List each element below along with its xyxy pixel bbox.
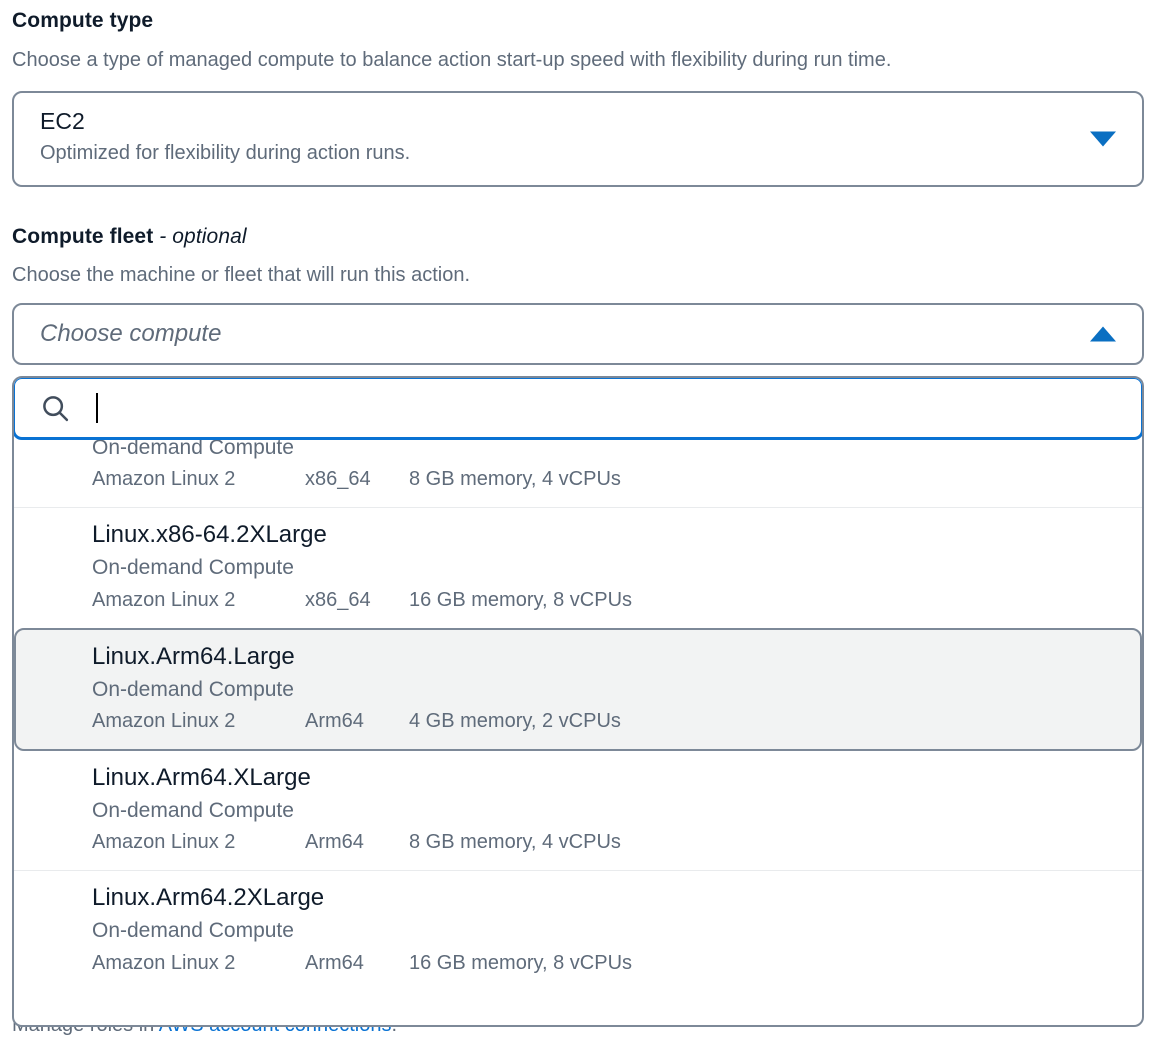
compute-search-field[interactable] [14,378,1142,440]
compute-option-os: Amazon Linux 2 [92,710,236,733]
compute-option-item[interactable]: Linux.Arm64.2XLarge On-demand Compute Am… [14,870,1142,991]
compute-option-title: Linux.Arm64.2XLarge [92,884,325,912]
compute-option-type: On-demand Compute [92,919,294,943]
compute-option-arch: Arm64 [305,951,364,974]
compute-option-meta: Amazon Linux 2 x86_64 16 GB memory, 8 vC… [92,587,1116,614]
compute-fleet-placeholder: Choose compute [40,320,222,348]
compute-option-meta: Amazon Linux 2 Arm64 16 GB memory, 8 vCP… [92,950,1116,977]
compute-option-meta: Amazon Linux 2 Arm64 8 GB memory, 4 vCPU… [92,829,1116,856]
compute-type-selected-title: EC2 [40,108,85,135]
compute-option-arch: x86_64 [305,588,371,611]
compute-option-os: Amazon Linux 2 [92,588,236,611]
compute-fleet-section: Compute fleet - optional Choose the mach… [12,224,1144,366]
compute-option-arch: x86_64 [305,468,371,491]
compute-fleet-description: Choose the machine or fleet that will ru… [12,264,471,287]
compute-type-select[interactable]: EC2 Optimized for flexibility during act… [12,91,1144,188]
compute-option-meta: Amazon Linux 2 x86_64 8 GB memory, 4 vCP… [92,466,1116,493]
chevron-up-icon[interactable] [1090,326,1116,342]
compute-option-title: Linux.Arm64.XLarge [92,764,311,792]
compute-option-specs: 8 GB memory, 4 vCPUs [409,468,621,491]
compute-fleet-label-text: Compute fleet [12,225,154,248]
compute-option-specs: 16 GB memory, 8 vCPUs [409,951,633,974]
compute-fleet-dropdown: On-demand Compute Amazon Linux 2 x86_64 … [12,376,1144,1027]
compute-option-item[interactable]: Linux.Arm64.XLarge On-demand Compute Ama… [14,751,1142,871]
search-icon [43,396,69,422]
compute-option-specs: 8 GB memory, 4 vCPUs [409,831,621,854]
compute-option-specs: 16 GB memory, 8 vCPUs [409,588,633,611]
compute-type-section: Compute type Choose a type of managed co… [12,8,1144,188]
compute-option-os: Amazon Linux 2 [92,468,236,491]
compute-option-os: Amazon Linux 2 [92,951,236,974]
compute-option-os: Amazon Linux 2 [92,831,236,854]
chevron-down-icon[interactable] [1090,131,1116,147]
compute-fleet-optional-tag: - optional [159,225,247,248]
compute-fleet-label: Compute fleet - optional [12,224,1144,249]
compute-option-item-highlighted[interactable]: Linux.Arm64.Large On-demand Compute Amaz… [14,627,1142,752]
compute-option-item[interactable]: Linux.x86-64.2XLarge On-demand Compute A… [14,507,1142,628]
compute-option-type: On-demand Compute [92,799,294,823]
compute-option-specs: 4 GB memory, 2 vCPUs [409,710,621,733]
compute-configuration-page: Compute type Choose a type of managed co… [0,0,1156,1044]
compute-fleet-select[interactable]: Choose compute [12,303,1144,366]
text-cursor [96,393,98,423]
compute-option-meta: Amazon Linux 2 Arm64 4 GB memory, 2 vCPU… [92,708,1114,735]
compute-option-arch: Arm64 [305,710,364,733]
compute-option-type: On-demand Compute [92,677,294,701]
compute-option-title: Linux.x86-64.2XLarge [92,521,327,549]
compute-type-description: Choose a type of managed compute to bala… [12,49,892,72]
compute-option-list: On-demand Compute Amazon Linux 2 x86_64 … [14,378,1142,991]
compute-option-title: Linux.Arm64.Large [92,642,295,670]
compute-type-label: Compute type [12,9,154,32]
compute-option-arch: Arm64 [305,831,364,854]
compute-option-type: On-demand Compute [92,556,294,580]
compute-type-selected-description: Optimized for flexibility during action … [40,141,411,164]
